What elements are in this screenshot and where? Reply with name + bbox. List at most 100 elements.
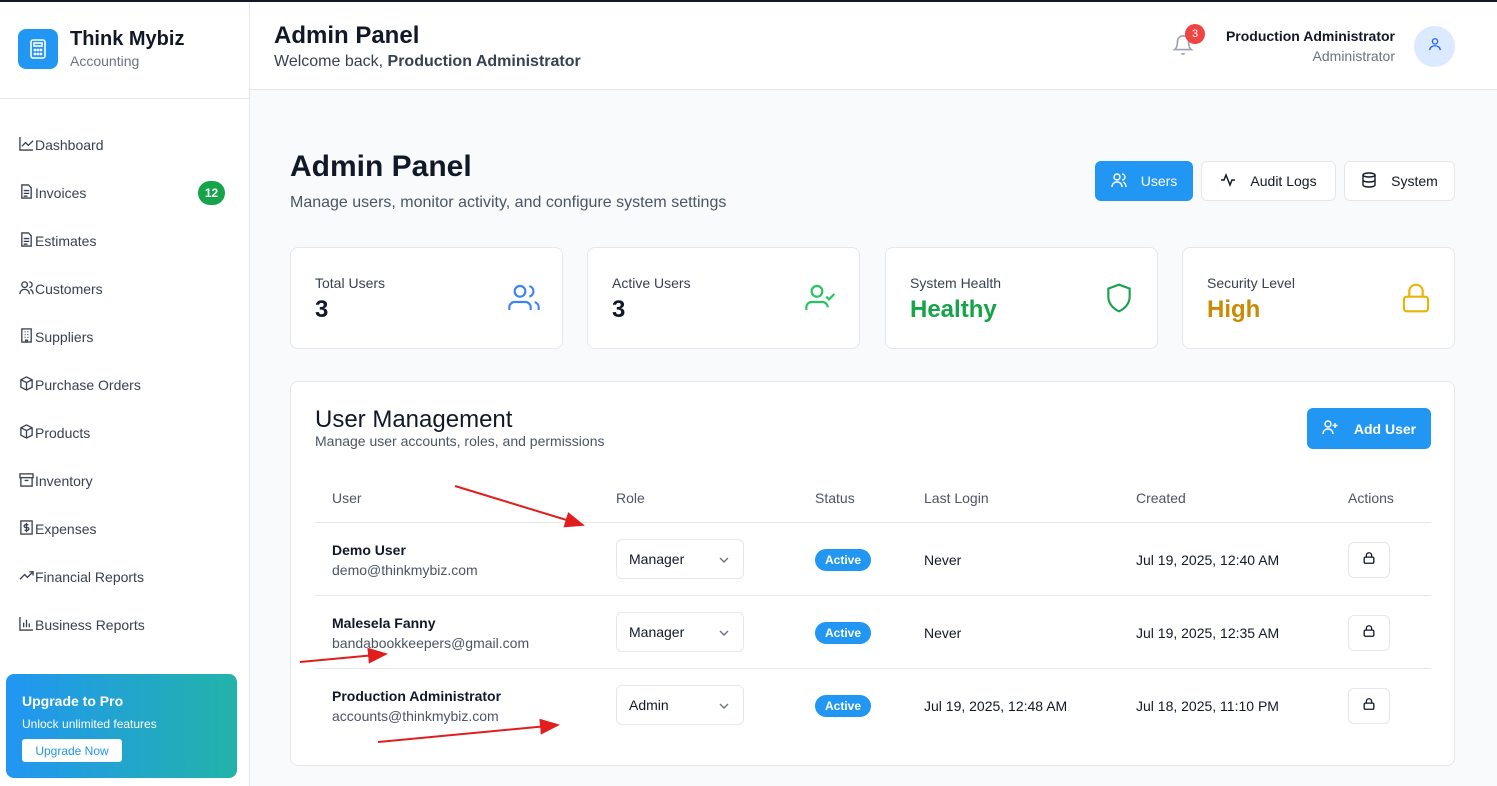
last-login: Never [924, 625, 962, 641]
sidebar-item-customers[interactable]: Customers [0, 265, 249, 313]
column-header-created: Created [1136, 490, 1186, 506]
add-user-button[interactable]: Add User [1307, 408, 1431, 449]
stat-label: System Health [910, 275, 1002, 291]
user-management-card: User Management Manage user accounts, ro… [290, 381, 1455, 766]
package-icon [19, 424, 35, 442]
brand[interactable]: Think Mybiz Accounting [0, 0, 249, 99]
role-select[interactable]: Admin [616, 685, 744, 725]
user-name: Production Administrator [332, 688, 502, 704]
lock-user-button[interactable] [1348, 542, 1390, 578]
archive-icon [19, 472, 35, 490]
sidebar-item-financial-reports[interactable]: Financial Reports [0, 553, 249, 601]
column-header-status: Status [815, 490, 855, 506]
sidebar-item-business-reports[interactable]: Business Reports [0, 601, 249, 649]
sidebar-item-products[interactable]: Products [0, 409, 249, 457]
sidebar-item-label: Invoices [35, 185, 87, 201]
table-divider [315, 595, 1431, 596]
lock-icon [1362, 624, 1376, 643]
stat-card-system-health: System Health Healthy [885, 247, 1158, 349]
header-title: Admin Panel [274, 22, 420, 49]
created-date: Jul 18, 2025, 11:10 PM [1136, 698, 1279, 714]
stat-value: Healthy [910, 296, 997, 323]
status-badge: Active [815, 549, 871, 571]
user-name: Malesela Fanny [332, 615, 436, 631]
sidebar-item-dashboard[interactable]: Dashboard [0, 121, 249, 169]
created-date: Jul 19, 2025, 12:40 AM [1136, 552, 1280, 568]
top-header: Admin Panel Welcome back, Production Adm… [250, 2, 1497, 90]
welcome-message: Welcome back, Production Administrator [274, 53, 581, 71]
users-icon [19, 280, 35, 298]
sidebar-item-label: Financial Reports [35, 569, 144, 585]
stat-value: High [1207, 296, 1261, 323]
column-header-last-login: Last Login [924, 490, 989, 506]
file-icon [19, 184, 35, 202]
users-icon [508, 282, 540, 319]
stat-card-security-level: Security Level High [1182, 247, 1455, 349]
tab-label: Audit Logs [1250, 173, 1317, 189]
users-icon [1111, 172, 1141, 191]
stat-label: Total Users [315, 275, 386, 291]
sidebar-item-estimates[interactable]: Estimates [0, 217, 249, 265]
column-header-role: Role [616, 490, 645, 506]
package-icon [19, 376, 35, 394]
sidebar-item-invoices[interactable]: Invoices 12 [0, 169, 249, 217]
last-login: Never [924, 552, 962, 568]
notification-count-badge: 3 [1185, 24, 1205, 44]
user-name: Demo User [332, 542, 406, 558]
lock-icon [1400, 282, 1432, 319]
page-title: Admin Panel [290, 150, 472, 183]
column-header-user: User [332, 490, 362, 506]
lock-icon [1362, 697, 1376, 716]
sidebar-item-expenses[interactable]: Expenses [0, 505, 249, 553]
trending-up-icon [19, 568, 35, 586]
brand-subtitle: Accounting [70, 53, 140, 69]
file-icon [19, 232, 35, 250]
tab-users[interactable]: Users [1095, 161, 1193, 201]
lock-user-button[interactable] [1348, 688, 1390, 724]
tab-system[interactable]: System [1344, 161, 1455, 201]
sidebar-item-label: Business Reports [35, 617, 145, 633]
sidebar-item-label: Purchase Orders [35, 377, 141, 393]
role-value: Admin [629, 697, 669, 713]
sidebar-item-label: Dashboard [35, 137, 104, 153]
upgrade-subtitle: Unlock unlimited features [22, 717, 157, 731]
add-user-label: Add User [1353, 420, 1417, 437]
database-icon [1361, 171, 1391, 191]
tab-label: Users [1140, 173, 1178, 189]
role-select[interactable]: Manager [616, 612, 744, 652]
avatar[interactable] [1414, 26, 1455, 67]
upgrade-now-button[interactable]: Upgrade Now [22, 739, 122, 762]
role-select[interactable]: Manager [616, 539, 744, 579]
chart-line-icon [19, 136, 35, 154]
stat-card-total-users: Total Users 3 [290, 247, 563, 349]
upgrade-card: Upgrade to Pro Unlock unlimited features… [6, 674, 237, 778]
sidebar-item-inventory[interactable]: Inventory [0, 457, 249, 505]
brand-name: Think Mybiz [70, 28, 185, 50]
sidebar-item-purchase-orders[interactable]: Purchase Orders [0, 361, 249, 409]
user-email: bandabookkeepers@gmail.com [332, 635, 530, 651]
user-plus-icon [1322, 419, 1354, 438]
header-user-role: Administrator [1312, 48, 1395, 64]
bar-chart-icon [19, 616, 35, 634]
user-check-icon [805, 282, 837, 319]
user-email: demo@thinkmybiz.com [332, 562, 478, 578]
page-subtitle: Manage users, monitor activity, and conf… [290, 194, 727, 211]
lock-user-button[interactable] [1348, 615, 1390, 651]
stat-value: 3 [612, 296, 626, 323]
header-user-name: Production Administrator [1225, 28, 1395, 44]
created-date: Jul 19, 2025, 12:35 AM [1136, 625, 1280, 641]
window-top-border [0, 0, 1497, 2]
stat-label: Active Users [612, 275, 691, 291]
sidebar-item-suppliers[interactable]: Suppliers [0, 313, 249, 361]
sidebar-item-label: Customers [35, 281, 103, 297]
sidebar-item-label: Products [35, 425, 91, 441]
tab-label: System [1391, 173, 1438, 189]
user-icon [1428, 37, 1442, 56]
stat-label: Security Level [1207, 275, 1295, 291]
receipt-icon [19, 520, 35, 538]
tab-audit-logs[interactable]: Audit Logs [1201, 161, 1336, 201]
stat-value: 3 [315, 296, 329, 323]
table-divider [315, 668, 1431, 669]
stat-card-active-users: Active Users 3 [587, 247, 860, 349]
user-email: accounts@thinkmybiz.com [332, 708, 499, 724]
